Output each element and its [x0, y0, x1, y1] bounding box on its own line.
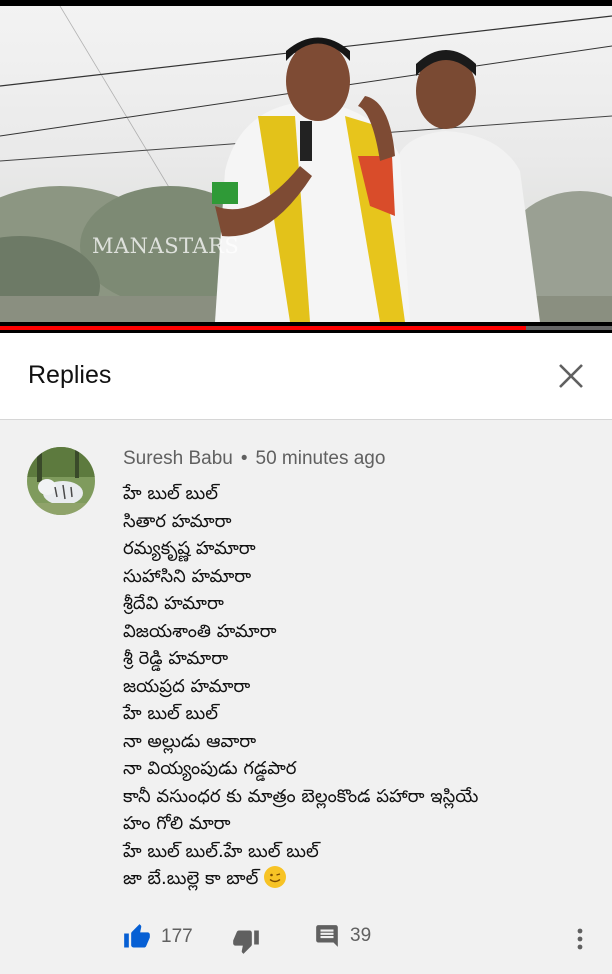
comment-line: నా వియ్యంపుడు గడ్డపార [123, 758, 297, 779]
comment-actions: 177 39 [0, 920, 612, 956]
comment-meta: Suresh Babu • 50 minutes ago [123, 448, 385, 470]
comment-line-text: జా బే.బుల్లె కా బాల్ [123, 868, 259, 889]
comment-line: కానీ వసుంధర కు మాత్రం బెల్లంకొండ పహారా ఇ… [123, 785, 479, 807]
comment-line: జయప్రద హమారా [123, 675, 251, 697]
comment-line: నా అల్లుడు ఆవారా [123, 730, 257, 752]
thumbs-down-icon [233, 930, 259, 954]
avatar[interactable] [27, 447, 95, 515]
comment-line-last: జా బే.బుల్లె కా బాల్ [123, 865, 603, 893]
comment-line: హే బుల్ బుల్.హే బుల్ బుల్ [123, 840, 319, 862]
more-vertical-icon [577, 928, 583, 950]
reply-comment: Suresh Babu • 50 minutes ago హే బుల్ బుల్ … [0, 420, 612, 974]
reply-count-button[interactable]: 39 [314, 923, 371, 949]
comment-text: హే బుల్ బుల్ సితార హమారా రమ్యకృష్ణ హమారా… [123, 480, 603, 893]
progress-fill [0, 326, 527, 330]
more-options-button[interactable] [572, 924, 588, 954]
video-frame: MANASTARS [0, 6, 612, 322]
comment-icon [316, 925, 338, 947]
meta-separator: • [240, 448, 248, 469]
close-icon [559, 364, 583, 388]
replies-header: Replies [0, 333, 612, 420]
comment-line: సితార హమారా [123, 510, 232, 532]
like-button[interactable]: 177 [123, 923, 193, 951]
white-tiger-avatar [27, 447, 95, 515]
comment-line: శ్రీ రెడ్డి హమారా [123, 648, 229, 669]
progress-bar[interactable] [0, 326, 612, 330]
close-button[interactable] [552, 357, 590, 395]
video-scene [0, 6, 612, 322]
comment-line: హే బుల్ బుల్ [123, 483, 219, 504]
reply-count: 39 [350, 925, 372, 946]
video-watermark: MANASTARS [92, 234, 240, 258]
comment-line: రమ్యకృష్ణ హమారా [123, 538, 256, 559]
video-player[interactable]: MANASTARS [0, 0, 612, 333]
comment-line: శ్రీదేవి హమారా [123, 593, 224, 614]
dislike-button[interactable] [232, 927, 260, 955]
comment-time: 50 minutes ago [255, 448, 386, 469]
replies-title: Replies [28, 361, 112, 389]
comment-line: సుహాసిని హమారా [123, 565, 252, 587]
thumbs-up-icon [124, 924, 150, 948]
comment-line: హం గోలి మారా [123, 813, 231, 834]
like-count: 177 [161, 926, 193, 947]
comment-author[interactable]: Suresh Babu [123, 448, 233, 469]
comment-line: విజయశాంతి హమారా [123, 620, 277, 642]
comment-line: హే బుల్ బుల్ [123, 703, 219, 724]
smiling-face-emoji [264, 866, 287, 888]
